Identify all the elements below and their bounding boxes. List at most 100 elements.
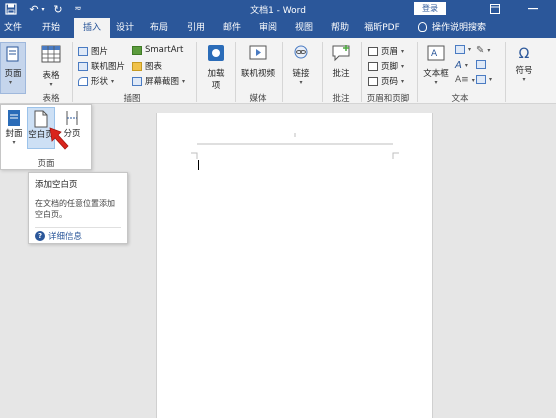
addins-icon <box>208 45 224 61</box>
tooltip-title: 添加空白页 <box>35 180 78 190</box>
header-button[interactable]: 页眉 ▾ <box>368 45 404 57</box>
page-number-button[interactable]: 页码 ▾ <box>368 75 404 87</box>
textbox-icon: A <box>427 45 445 61</box>
minimize-icon[interactable] <box>528 8 538 10</box>
group-label-header-footer: 页眉和页脚 <box>366 94 410 104</box>
footer-icon <box>368 61 378 71</box>
omega-icon: Ω <box>518 46 530 62</box>
tab-layout[interactable]: 布局 <box>146 18 172 38</box>
pages-button[interactable]: 页面 ▾ <box>0 42 26 94</box>
group-label-pages: 页面 <box>37 159 55 169</box>
tooltip-description: 在文档的任意位置添加空白页。 <box>35 199 115 219</box>
table-icon <box>41 45 61 63</box>
svg-text:A: A <box>431 49 438 59</box>
date-time-button[interactable] <box>476 60 486 69</box>
object-icon <box>476 75 486 84</box>
table-button[interactable]: 表格 ▾ <box>36 44 66 88</box>
table-label: 表格 <box>42 71 60 81</box>
symbol-button[interactable]: Ω 符号 ▾ <box>510 44 538 83</box>
drop-cap-button[interactable]: A≡ ▾ <box>455 75 475 85</box>
link-icon <box>294 45 308 59</box>
quick-parts-icon <box>455 45 465 54</box>
tab-view[interactable]: 视图 <box>291 18 317 38</box>
screenshot-button[interactable]: 屏幕截图 ▾ <box>132 75 185 87</box>
pages-label: 页面 <box>4 69 22 79</box>
pages-icon <box>6 46 19 62</box>
date-time-icon <box>476 60 486 69</box>
screenshot-icon <box>132 76 142 86</box>
separator <box>72 42 73 102</box>
more-info-link[interactable]: ? 详细信息 <box>35 230 82 242</box>
window-title: 文档1 - Word <box>250 6 306 16</box>
group-label-comments: 批注 <box>332 94 350 104</box>
chevron-down-icon: ▾ <box>9 79 13 86</box>
separator <box>417 42 418 102</box>
ribbon: 表格 ▾ 表格 图片 联机图片 形状 ▾ SmartArt 图表 屏幕截图 ▾ 插图… <box>0 38 556 104</box>
page-margin-guides <box>191 133 399 159</box>
tab-design[interactable]: 设计 <box>112 18 138 38</box>
signature-icon: ✎ <box>476 45 485 56</box>
chevron-down-icon: ▾ <box>12 139 16 146</box>
group-label-tables: 表格 <box>42 94 60 104</box>
tell-me-search[interactable]: 操作说明搜索 <box>432 18 490 38</box>
online-picture-icon <box>78 61 88 71</box>
signature-line-button[interactable]: ✎ ▾ <box>476 45 490 56</box>
separator <box>505 42 506 102</box>
tab-home[interactable]: 开始 <box>36 18 66 38</box>
shapes-icon <box>78 76 88 86</box>
cover-page-button[interactable]: 封面 ▾ <box>3 109 25 146</box>
tooltip-divider <box>35 227 121 228</box>
wordart-button[interactable]: A ▾ <box>455 60 468 71</box>
smartart-button[interactable]: SmartArt <box>132 45 183 55</box>
text-cursor <box>198 160 199 170</box>
chart-button[interactable]: 图表 <box>132 60 162 72</box>
quick-parts-button[interactable]: ▾ <box>455 45 471 54</box>
page-number-icon <box>368 76 378 86</box>
addins-button[interactable]: 加载 项 <box>202 44 230 91</box>
tab-foxit-pdf[interactable]: 福昕PDF <box>361 18 403 38</box>
group-label-media: 媒体 <box>249 94 267 104</box>
separator <box>196 42 197 102</box>
separator <box>282 42 283 102</box>
picture-button[interactable]: 图片 <box>78 45 108 57</box>
lightbulb-icon <box>418 22 427 32</box>
group-label-text: 文本 <box>451 94 469 104</box>
separator <box>322 42 323 102</box>
wordart-icon: A <box>455 60 462 71</box>
textbox-button[interactable]: A 文本框 ▾ <box>421 44 451 86</box>
title-bar: ↶ ▾ ↻ ≂ 文档1 - Word 登录 <box>0 0 556 18</box>
shapes-button[interactable]: 形状 ▾ <box>78 75 114 87</box>
chevron-down-icon: ▾ <box>49 81 53 88</box>
login-button[interactable]: 登录 <box>414 2 446 15</box>
object-button[interactable]: ▾ <box>476 75 492 84</box>
footer-button[interactable]: 页脚 ▾ <box>368 60 404 72</box>
tab-references[interactable]: 引用 <box>183 18 209 38</box>
chart-icon <box>132 61 142 71</box>
comment-button[interactable]: 批注 <box>326 44 356 79</box>
tab-mailings[interactable]: 邮件 <box>219 18 245 38</box>
ribbon-display-options-icon[interactable] <box>490 4 500 14</box>
document-page[interactable] <box>156 113 433 418</box>
chevron-down-icon: ▾ <box>522 76 526 83</box>
help-icon: ? <box>35 231 45 241</box>
tooltip: 添加空白页 在文档的任意位置添加空白页。 ? 详细信息 <box>28 172 128 244</box>
cover-page-icon <box>8 110 20 126</box>
chevron-down-icon: ▾ <box>299 79 303 86</box>
header-icon <box>368 46 378 56</box>
tab-insert[interactable]: 插入 <box>74 18 110 38</box>
separator <box>235 42 236 102</box>
online-picture-button[interactable]: 联机图片 <box>78 60 125 72</box>
video-icon <box>249 45 267 60</box>
ribbon-tab-bar: 文件 开始 插入 设计 布局 引用 邮件 审阅 视图 帮助 福昕PDF 操作说明… <box>0 18 556 38</box>
online-video-button[interactable]: 联机视频 <box>238 44 278 79</box>
group-label-illustrations: 插图 <box>123 94 141 104</box>
links-button[interactable]: 链接 ▾ <box>287 44 315 86</box>
tab-review[interactable]: 审阅 <box>255 18 281 38</box>
comment-icon <box>332 45 350 62</box>
chevron-down-icon: ▾ <box>434 79 438 86</box>
picture-icon <box>78 46 88 56</box>
pointer-arrow-icon <box>49 127 69 150</box>
tab-file[interactable]: 文件 <box>0 18 26 38</box>
tab-help[interactable]: 帮助 <box>327 18 353 38</box>
drop-cap-icon: A≡ <box>455 75 469 85</box>
